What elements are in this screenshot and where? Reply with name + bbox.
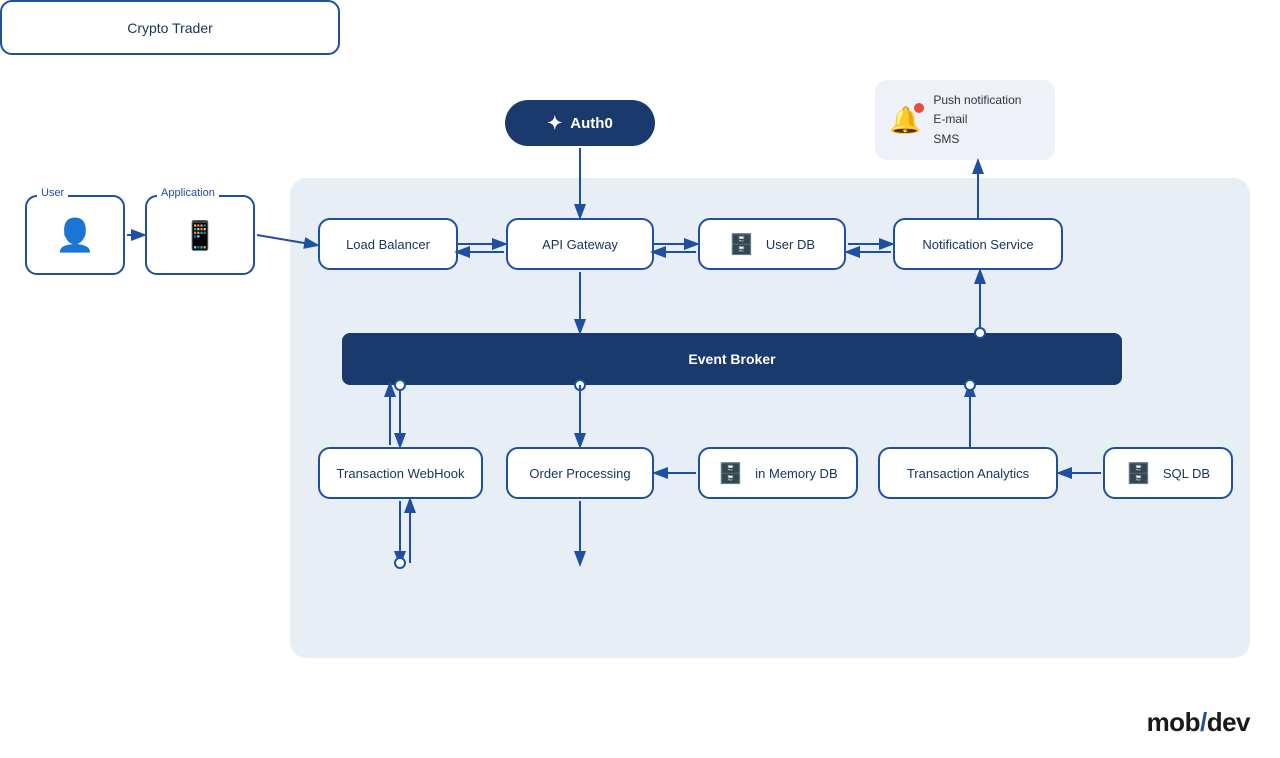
crypto-trader-label: Crypto Trader <box>127 20 213 36</box>
load-balancer-label: Load Balancer <box>346 237 430 252</box>
sms-label: SMS <box>933 130 1021 149</box>
in-memory-db-label: in Memory DB <box>755 466 837 481</box>
mobidev-logo: mob/dev <box>1147 707 1250 738</box>
transaction-analytics-label: Transaction Analytics <box>907 466 1029 481</box>
user-db-icon: 🗄️ <box>729 232 754 257</box>
bell-icon: 🔔 <box>889 105 921 136</box>
auth0-label: Auth0 <box>570 115 613 132</box>
logo-mob: mob <box>1147 707 1200 737</box>
order-processing-box: Order Processing <box>506 447 654 499</box>
logo-slash: / <box>1200 707 1207 737</box>
notification-card: 🔔 Push notification E-mail SMS <box>875 80 1055 160</box>
in-memory-db-box: 🗄️ in Memory DB <box>698 447 858 499</box>
auth0-box: ✦ Auth0 <box>505 100 655 146</box>
application-label: Application <box>157 187 219 199</box>
transaction-webhook-box: Transaction WebHook <box>318 447 483 499</box>
event-broker-label: Event Broker <box>688 351 775 367</box>
transaction-analytics-box: Transaction Analytics <box>878 447 1058 499</box>
crypto-trader-box: Crypto Trader <box>0 0 340 55</box>
api-gateway-box: API Gateway <box>506 218 654 270</box>
transaction-webhook-label: Transaction WebHook <box>337 466 465 481</box>
logo-dev: dev <box>1207 707 1250 737</box>
event-broker-box: Event Broker <box>342 333 1122 385</box>
api-gateway-label: API Gateway <box>542 237 618 252</box>
user-db-box: 🗄️ User DB <box>698 218 846 270</box>
user-db-label: User DB <box>766 237 815 252</box>
order-processing-label: Order Processing <box>529 466 630 481</box>
user-label: User <box>37 187 68 199</box>
auth0-star-icon: ✦ <box>547 113 562 134</box>
load-balancer-box: Load Balancer <box>318 218 458 270</box>
user-node: User 👤 <box>25 195 125 275</box>
sql-db-icon: 🗄️ <box>1126 461 1151 486</box>
notification-service-label: Notification Service <box>922 237 1033 252</box>
memory-db-icon: 🗄️ <box>718 461 743 486</box>
notification-dot <box>914 103 924 113</box>
notification-service-box: Notification Service <box>893 218 1063 270</box>
notification-text: Push notification E-mail SMS <box>933 91 1021 149</box>
diagram-container: ✦ Auth0 🔔 Push notification E-mail SMS U… <box>0 0 1280 758</box>
sql-db-box: 🗄️ SQL DB <box>1103 447 1233 499</box>
email-label: E-mail <box>933 110 1021 129</box>
sql-db-label: SQL DB <box>1163 466 1210 481</box>
mobile-icon: 📱 <box>183 219 218 252</box>
application-node: Application 📱 <box>145 195 255 275</box>
push-notif-label: Push notification <box>933 91 1021 110</box>
user-icon: 👤 <box>55 216 95 254</box>
